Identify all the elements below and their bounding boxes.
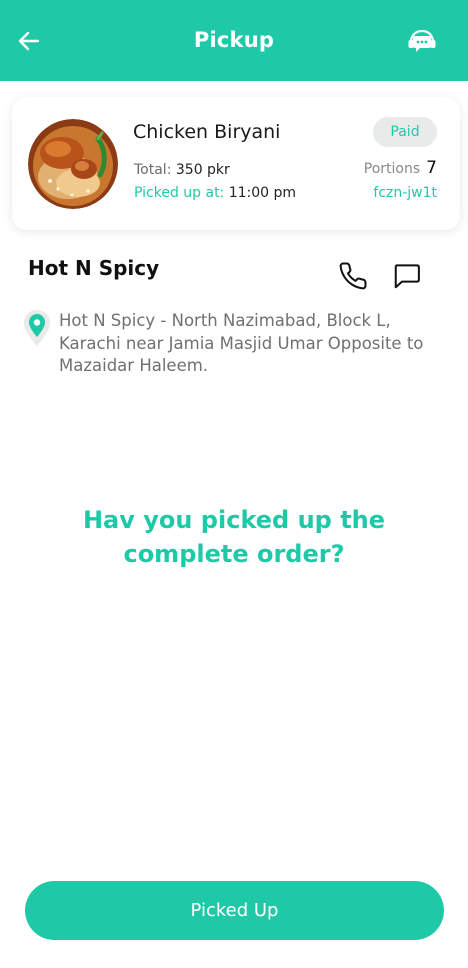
chat-bubble-icon [394,264,420,289]
order-total: Total: 350 pkr [134,162,230,178]
order-card[interactable]: Chicken Biryani Total: 350 pkr Picked up… [12,97,460,230]
restaurant-name: Hot N Spicy [28,256,160,280]
location-pin-icon [22,308,52,348]
support-button[interactable] [406,28,438,56]
picked-up-value: 11:00 pm [228,185,297,201]
food-name: Chicken Biryani [133,121,281,143]
picked-up-button[interactable]: Picked Up [25,881,444,940]
order-code: fczn-jw1t [373,185,437,201]
call-button[interactable] [338,261,368,291]
portions-value: 7 [426,158,437,178]
page-title: Pickup [193,28,275,52]
total-label: Total: [134,162,172,178]
message-button[interactable] [392,261,422,291]
food-image [28,119,118,209]
restaurant-address: Hot N Spicy - North Nazimabad, Block L, … [59,311,424,375]
picked-up-label: Picked up at: [134,185,225,201]
portions-label: Portions [363,161,421,177]
portions: Portions 7 [364,158,437,178]
support-chat-icon [408,29,436,52]
phone-icon [339,262,367,290]
pickup-confirmation-question: Hav you picked up the complete order? [82,506,386,568]
pickup-time: Picked up at: 11:00 pm [134,185,296,201]
total-value: 350 pkr [175,162,230,178]
app-bar: Pickup [0,0,468,81]
status-badge: Paid [373,117,437,147]
